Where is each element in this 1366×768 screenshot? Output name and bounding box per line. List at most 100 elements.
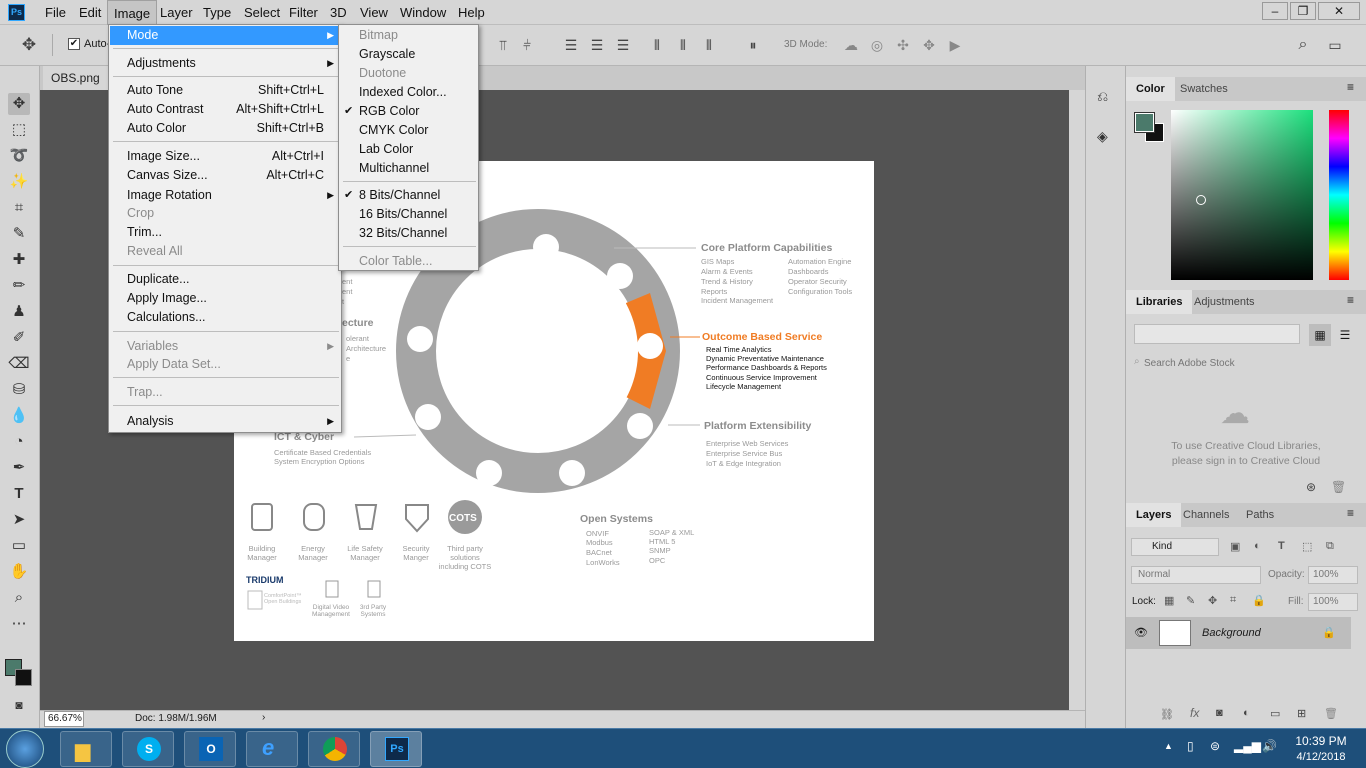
list-view-icon[interactable]: ☰ [1334,324,1356,346]
color-field[interactable] [1171,110,1313,280]
properties-icon[interactable]: ◈ [1097,128,1108,145]
lock-transparent-icon[interactable]: ▦ [1164,594,1174,607]
3d-camera-icon[interactable]: ▶ [946,36,964,54]
filter-type-icon[interactable]: T [1278,540,1285,552]
3d-slide-icon[interactable]: ✥ [920,36,938,54]
stock-search-input[interactable] [1144,354,1344,372]
taskbar-chrome[interactable] [308,731,360,767]
path-select-icon[interactable]: ➤ [8,509,30,531]
fill-field[interactable]: 100% [1308,593,1358,611]
marquee-tool-icon[interactable]: ⬚ [8,119,30,141]
lasso-tool-icon[interactable]: ➰ [8,145,30,167]
panel-menu-icon[interactable]: ≡ [1347,80,1354,94]
menu-item-analysis[interactable]: Analysis ▶ [110,412,340,431]
mode-grayscale[interactable]: Grayscale [340,45,478,64]
zoom-tool-icon[interactable]: ⌕ [8,587,30,609]
clock-date[interactable]: 4/12/2018 [1288,751,1354,763]
taskbar-skype[interactable]: S [122,731,174,767]
workspace-icon[interactable]: ▭ [1326,36,1344,54]
history-icon[interactable]: ⎌ [1097,88,1108,105]
new-group-icon[interactable]: ▭ [1270,707,1280,720]
type-tool-icon[interactable]: T [8,483,30,505]
opacity-field[interactable]: 100% [1308,566,1358,584]
fx-icon[interactable]: fx [1190,706,1199,720]
menu-type[interactable]: Type [197,0,237,25]
align-top-icon[interactable]: ⫪ [494,36,512,54]
volume-icon[interactable]: 🔊 [1262,739,1277,753]
quick-mask-icon[interactable]: ◙ [8,694,30,716]
adjustment-layer-icon[interactable]: ◐ [1243,707,1250,719]
taskbar-photoshop[interactable]: Ps [370,731,422,767]
menu-item-duplicate[interactable]: Duplicate... [110,270,340,289]
menu-help[interactable]: Help [452,0,491,25]
mode-cmyk-color[interactable]: CMYK Color [340,121,478,140]
tab-channels[interactable]: Channels [1173,503,1239,527]
paint-bucket-icon[interactable]: ⛁ [8,379,30,401]
move-icon[interactable]: ✥ [20,36,38,54]
close-button[interactable]: ✕ [1318,2,1360,20]
link-layers-icon[interactable]: ⛓ [1160,708,1174,721]
tab-color[interactable]: Color [1126,77,1175,101]
distribute-bottom-icon[interactable]: ☰ [614,36,632,54]
auto-align-icon[interactable]: ⏸ [744,36,762,54]
history-brush-icon[interactable]: ✐ [8,327,30,349]
delete-layer-icon[interactable]: 🗑 [1324,707,1338,720]
signal-icon[interactable]: ▂▄▆ [1234,739,1261,753]
distribute-hcenter-icon[interactable]: ⫴ [674,36,692,54]
network-icon[interactable]: ⊜ [1210,739,1220,753]
align-vcenter-icon[interactable]: ⫩ [518,36,536,54]
menu-window[interactable]: Window [394,0,452,25]
lock-artboard-icon[interactable]: ⌗ [1230,594,1236,607]
search-icon[interactable]: ⌕ [1294,36,1312,54]
distribute-left-icon[interactable]: ⫴ [648,36,666,54]
stamp-tool-icon[interactable]: ♟ [8,301,30,323]
mode-multichannel[interactable]: Multichannel [340,159,478,178]
taskbar-outlook[interactable]: O [184,731,236,767]
menu-item-auto-color[interactable]: Auto Color Shift+Ctrl+B [110,119,340,138]
color-picker-cursor[interactable] [1196,195,1206,205]
pen-tool-icon[interactable]: ✒ [8,457,30,479]
grid-view-icon[interactable]: ▦ [1309,324,1331,346]
rectangle-tool-icon[interactable]: ▭ [8,535,30,557]
menu-image[interactable]: Image [107,0,158,25]
menu-view[interactable]: View [354,0,394,25]
menu-edit[interactable]: Edit [73,0,107,25]
3d-roll-icon[interactable]: ◎ [868,36,886,54]
document-tab[interactable]: OBS.png @ [43,66,113,109]
menu-filter[interactable]: Filter [283,0,324,25]
taskbar-explorer[interactable]: ▆ [60,731,112,767]
distribute-top-icon[interactable]: ☰ [562,36,580,54]
blur-tool-icon[interactable]: 💧 [8,405,30,427]
menu-item-apply-image[interactable]: Apply Image... [110,289,340,308]
panel-menu-icon[interactable]: ≡ [1347,293,1354,307]
mode-indexed-color[interactable]: Indexed Color... [340,83,478,102]
lock-position-icon[interactable]: ✥ [1208,594,1217,607]
menu-item-auto-tone[interactable]: Auto Tone Shift+Ctrl+L [110,81,340,100]
status-menu-icon[interactable]: › [262,712,265,723]
taskbar-ie[interactable]: e [246,731,298,767]
menu-item-image-size[interactable]: Image Size... Alt+Ctrl+I [110,147,340,166]
menu-select[interactable]: Select [238,0,286,25]
crop-tool-icon[interactable]: ⌗ [8,197,30,219]
mode-lab-color[interactable]: Lab Color [340,140,478,159]
kind-filter[interactable]: Kind [1131,538,1219,556]
delete-icon[interactable]: 🗑 [1331,480,1346,494]
tab-libraries[interactable]: Libraries [1126,290,1193,314]
filter-shape-icon[interactable]: ⬚ [1302,540,1312,553]
filter-adjustment-icon[interactable]: ◐ [1254,540,1261,552]
eyedropper-icon[interactable]: ✎ [8,223,30,245]
menu-item-mode[interactable]: Mode ▶ [110,26,340,45]
mode-16-bits[interactable]: 16 Bits/Channel [340,205,478,224]
brush-tool-icon[interactable]: ✏ [8,275,30,297]
lock-all-icon[interactable]: 🔒 [1252,594,1266,607]
menu-item-auto-contrast[interactable]: Auto Contrast Alt+Shift+Ctrl+L [110,100,340,119]
hue-slider[interactable] [1329,110,1349,280]
more-tools-icon[interactable]: ⋯ [8,613,30,635]
restore-button[interactable]: ❐ [1290,2,1316,20]
blend-mode-select[interactable]: Normal [1131,566,1261,584]
menu-item-trim[interactable]: Trim... [110,223,340,242]
mode-8-bits[interactable]: ✔ 8 Bits/Channel [340,186,478,205]
start-button[interactable] [6,730,44,768]
minimize-button[interactable]: – [1262,2,1288,20]
cc-sync-icon[interactable]: ⊛ [1306,480,1316,494]
